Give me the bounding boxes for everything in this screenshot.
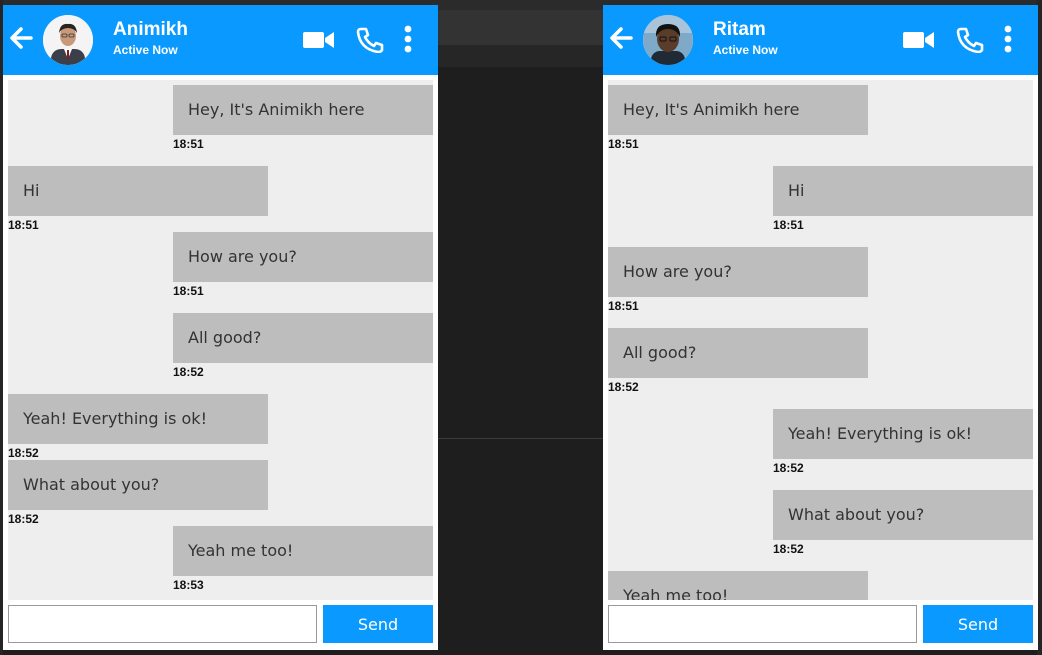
message-list[interactable]: Hey, It's Animikh here 18:51 Hi 18:51 Ho… [608, 80, 1033, 600]
message-bubble: Hi [8, 166, 268, 216]
message-bubble: Yeah! Everything is ok! [773, 409, 1033, 459]
video-camera-icon[interactable] [902, 29, 936, 51]
back-arrow-icon[interactable] [8, 25, 34, 51]
message-time: 18:51 [608, 299, 639, 313]
composer: Send [603, 600, 1038, 650]
message-bubble: Hey, It's Animikh here [173, 85, 433, 135]
send-button[interactable]: Send [923, 605, 1033, 643]
send-button[interactable]: Send [323, 605, 433, 643]
message-time: 18:51 [8, 218, 39, 232]
message-bubble: How are you? [608, 247, 868, 297]
message-item: Hi 18:51 [8, 166, 268, 233]
contact-status: Active Now [713, 43, 778, 57]
message-bubble: All good? [173, 313, 433, 363]
message-input[interactable] [608, 605, 917, 643]
phone-icon[interactable] [356, 27, 384, 54]
message-item: Yeah me too! [608, 571, 868, 600]
message-item: Hey, It's Animikh here 18:51 [173, 85, 433, 152]
message-time: 18:51 [173, 284, 204, 298]
message-list[interactable]: Hey, It's Animikh here 18:51 Hi 18:51 Ho… [8, 80, 433, 600]
contact-name: Ritam [713, 19, 766, 40]
message-item: Yeah! Everything is ok! 18:52 [8, 394, 268, 461]
message-bubble: Yeah me too! [173, 526, 433, 576]
message-bubble: Hey, It's Animikh here [608, 85, 868, 135]
message-time: 18:52 [773, 542, 804, 556]
message-item: Yeah me too! 18:53 [173, 526, 433, 593]
message-bubble: Yeah me too! [608, 571, 868, 600]
message-item: Hi 18:51 [773, 166, 1033, 233]
chat-window-animikh: Animikh Active Now Hey, It's Animikh her… [3, 5, 438, 650]
message-time: 18:52 [608, 380, 639, 394]
avatar[interactable] [43, 15, 93, 65]
message-bubble: What about you? [8, 460, 268, 510]
avatar[interactable] [643, 15, 693, 65]
contact-name: Animikh [113, 19, 188, 40]
message-item: Hey, It's Animikh here 18:51 [608, 85, 868, 152]
message-item: All good? 18:52 [173, 313, 433, 380]
message-bubble: All good? [608, 328, 868, 378]
message-item: How are you? 18:51 [608, 247, 868, 314]
background-panel [438, 10, 603, 45]
message-item: What about you? 18:52 [8, 460, 268, 527]
more-vertical-icon[interactable] [1000, 25, 1016, 53]
more-vertical-icon[interactable] [400, 25, 416, 53]
chat-header: Animikh Active Now [3, 5, 438, 75]
message-time: 18:52 [8, 446, 39, 460]
message-time: 18:52 [8, 512, 39, 526]
message-item: Yeah! Everything is ok! 18:52 [773, 409, 1033, 476]
background-divider [438, 438, 603, 439]
message-bubble: Hi [773, 166, 1033, 216]
message-item: All good? 18:52 [608, 328, 868, 395]
message-time: 18:52 [773, 461, 804, 475]
message-time: 18:51 [608, 137, 639, 151]
message-input[interactable] [8, 605, 317, 643]
video-camera-icon[interactable] [302, 29, 336, 51]
message-bubble: How are you? [173, 232, 433, 282]
chat-window-ritam: Ritam Active Now Hey, It's Animikh here … [603, 5, 1038, 650]
composer: Send [3, 600, 438, 650]
message-bubble: Yeah! Everything is ok! [8, 394, 268, 444]
message-bubble: What about you? [773, 490, 1033, 540]
message-item: How are you? 18:51 [173, 232, 433, 299]
chat-header: Ritam Active Now [603, 5, 1038, 75]
contact-status: Active Now [113, 43, 178, 57]
message-item: What about you? 18:52 [773, 490, 1033, 557]
phone-icon[interactable] [956, 27, 984, 54]
message-time: 18:52 [173, 365, 204, 379]
background-panel-strip [438, 45, 603, 67]
message-time: 18:51 [173, 137, 204, 151]
back-arrow-icon[interactable] [608, 25, 634, 51]
message-time: 18:53 [173, 578, 204, 592]
message-time: 18:51 [773, 218, 804, 232]
